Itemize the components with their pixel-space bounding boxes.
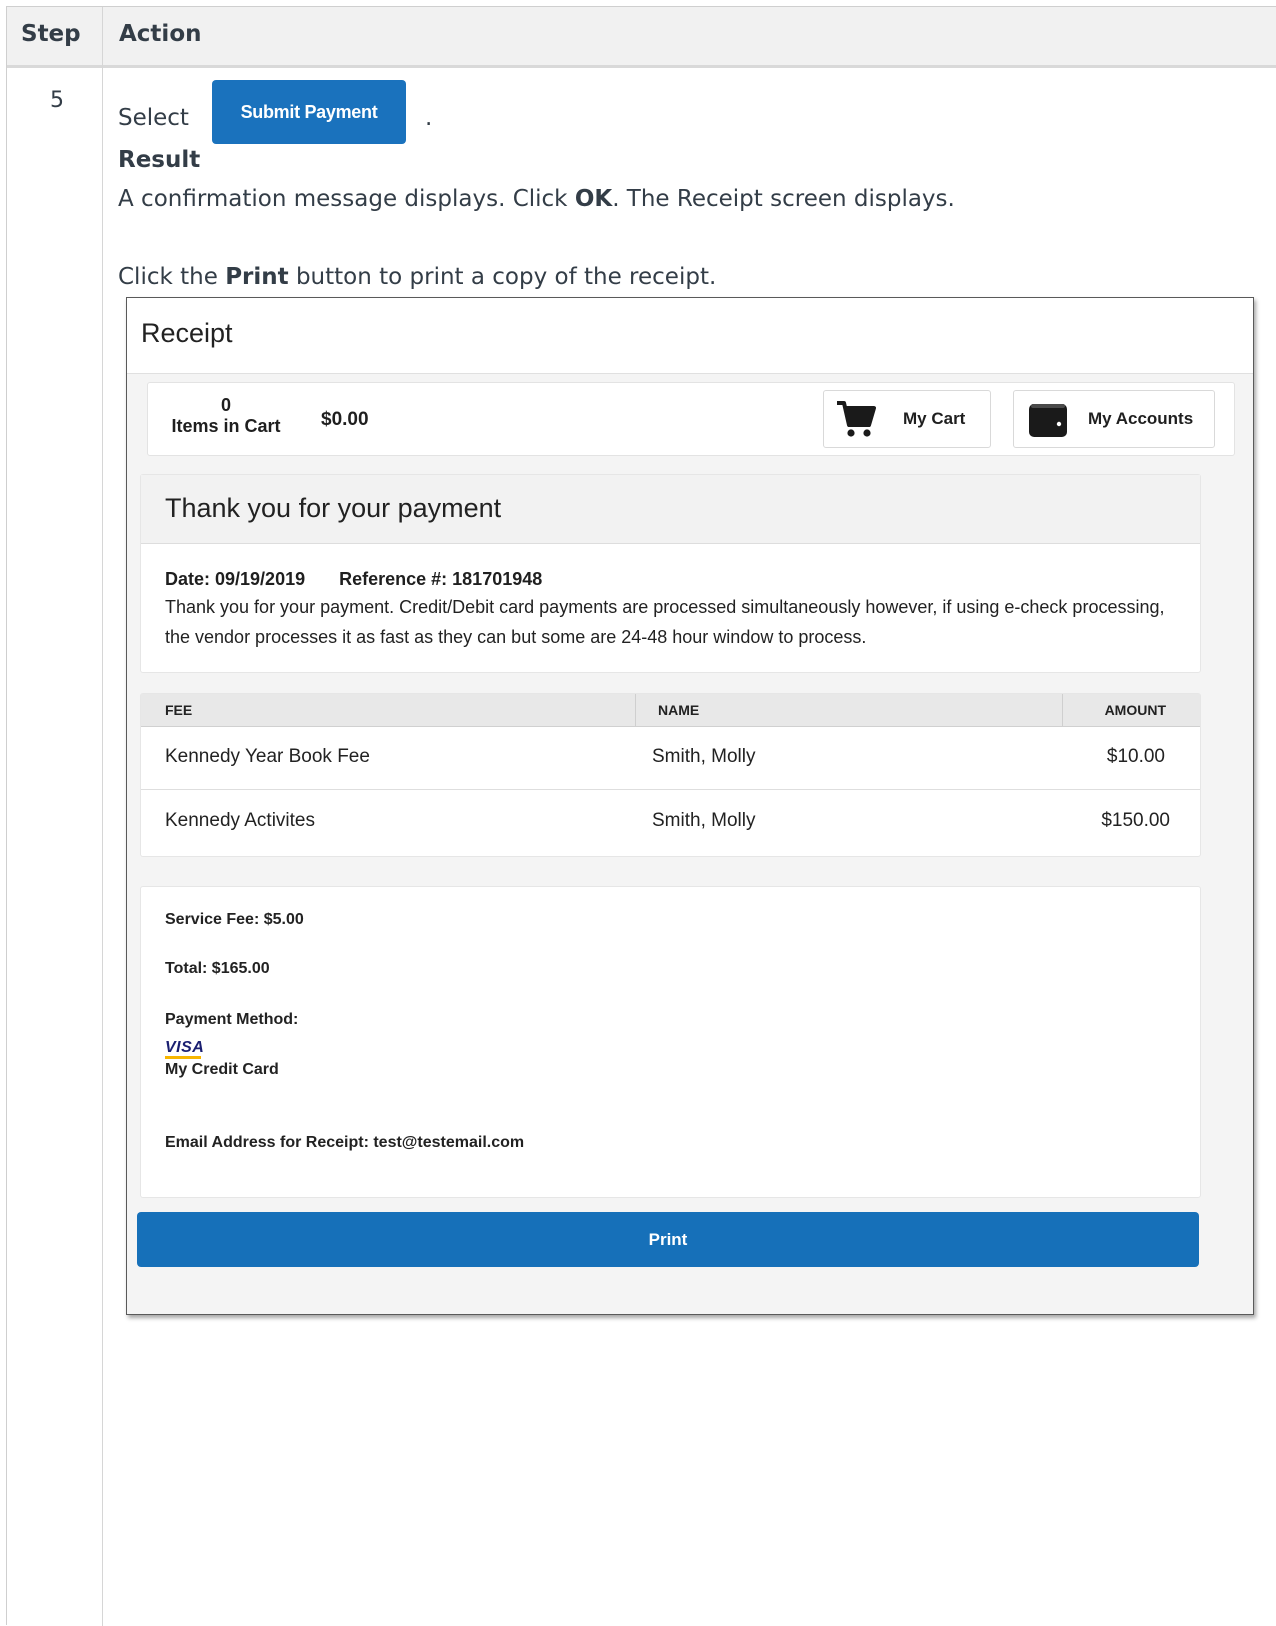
visa-gold-bar [165, 1056, 201, 1059]
select-period: . [425, 105, 433, 131]
result-label: Result [118, 147, 201, 173]
my-accounts-label: My Accounts [1088, 409, 1194, 428]
visa-brand-text: VISA [165, 1039, 205, 1056]
payment-method-label: Payment Method: [165, 1011, 299, 1028]
header-step: Step [21, 21, 81, 47]
print-instruction-c: button to print a copy of the receipt. [288, 264, 717, 290]
thank-you-message: Thank you for your payment. Credit/Debit… [165, 597, 1165, 647]
print-instruction-text: Click the Print button to print a copy o… [118, 264, 716, 290]
print-button[interactable]: Print [137, 1212, 1199, 1267]
wallet-icon [1029, 404, 1067, 437]
confirmation-text-c: . The Receipt screen displays. [612, 186, 955, 212]
thank-you-card: Thank you for your payment Date: 09/19/2… [140, 474, 1201, 673]
submit-payment-button[interactable]: Submit Payment [212, 80, 406, 144]
card-name: My Credit Card [165, 1061, 279, 1078]
cart-bar: 0 Items in Cart $0.00 My Cart My Account… [147, 382, 1235, 456]
table-header: Step Action [7, 7, 1276, 68]
amount-cell: $150.00 [1101, 810, 1170, 831]
step-number: 5 [50, 88, 64, 113]
amount-column-header: AMOUNT [1104, 702, 1166, 718]
thank-you-title: Thank you for your payment [165, 493, 502, 523]
receipt-screenshot: Receipt 0 Items in Cart $0.00 My Cart My… [126, 297, 1254, 1315]
total-amount: Total: $165.00 [165, 960, 270, 977]
name-cell: Smith, Molly [652, 746, 756, 767]
table-row: Kennedy Year Book Fee Smith, Molly $10.0… [141, 726, 1200, 790]
column-separator [1062, 694, 1063, 726]
column-divider [102, 7, 103, 1626]
table-row: Kennedy Activites Smith, Molly $150.00 [141, 790, 1200, 854]
cart-count-number: 0 [220, 395, 231, 415]
service-fee: Service Fee: $5.00 [165, 911, 304, 928]
cart-count-label: Items in Cart [171, 416, 281, 436]
fee-table: FEE NAME AMOUNT Kennedy Year Book Fee Sm… [140, 693, 1201, 857]
thank-you-header: Thank you for your payment [141, 475, 1200, 544]
receipt-title: Receipt [141, 318, 233, 348]
amount-cell: $10.00 [1106, 746, 1165, 767]
confirmation-text-ok: OK [574, 186, 613, 212]
name-cell: Smith, Molly [652, 810, 756, 831]
print-instruction-a: Click the [118, 264, 226, 290]
receipt-email: Email Address for Receipt: test@testemai… [165, 1134, 525, 1151]
column-separator [635, 694, 636, 726]
print-instruction-print: Print [225, 264, 289, 290]
fee-column-header: FEE [165, 702, 193, 718]
my-cart-button[interactable]: My Cart [823, 390, 991, 448]
fee-table-header: FEE NAME AMOUNT [141, 694, 1200, 727]
visa-logo: VISA [165, 1039, 205, 1059]
payment-summary-card: Service Fee: $5.00 Total: $165.00 Paymen… [140, 886, 1201, 1198]
reference-number: Reference #: 181701948 [339, 569, 543, 589]
fee-cell: Kennedy Year Book Fee [165, 746, 370, 767]
payment-date: Date: 09/19/2019 [165, 569, 306, 589]
select-text: Select [118, 105, 189, 131]
my-accounts-button[interactable]: My Accounts [1013, 390, 1215, 448]
receipt-title-bar: Receipt [127, 298, 1253, 374]
fee-cell: Kennedy Activites [165, 810, 315, 831]
cart-count: 0 Items in Cart [162, 395, 290, 437]
confirmation-text-a: A confirmation message displays. Click [118, 186, 575, 212]
confirmation-text: A confirmation message displays. Click O… [118, 186, 955, 212]
cart-icon [837, 401, 876, 437]
my-cart-label: My Cart [903, 409, 966, 428]
header-action: Action [119, 21, 202, 47]
date-reference-line: Date: 09/19/2019 Reference #: 181701948 [165, 569, 542, 590]
name-column-header: NAME [658, 702, 700, 718]
cart-total: $0.00 [321, 409, 369, 430]
